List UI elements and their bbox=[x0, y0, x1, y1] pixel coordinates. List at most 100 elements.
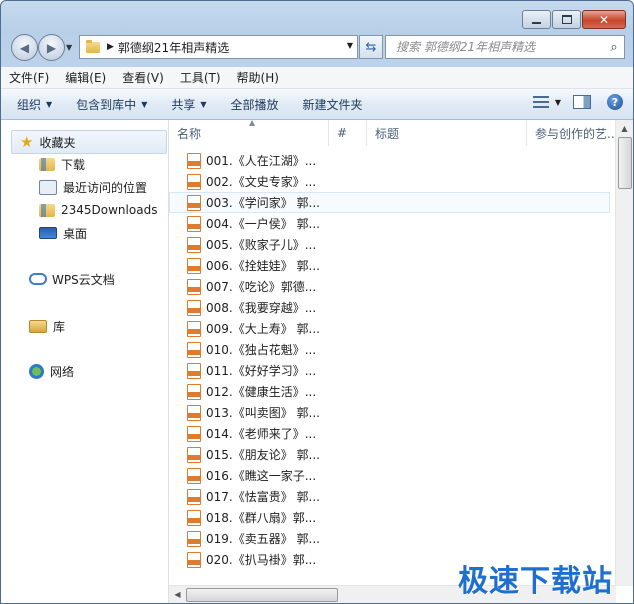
column-name-label: 名称 bbox=[177, 126, 202, 141]
wps-audio-file-icon bbox=[187, 551, 201, 568]
include-library-button[interactable]: 包含到库中 ▼ bbox=[68, 96, 155, 113]
wps-audio-file-icon bbox=[187, 530, 201, 547]
file-row[interactable]: 008.《我要穿越》... bbox=[169, 297, 610, 318]
horizontal-scroll-thumb[interactable] bbox=[186, 588, 338, 602]
file-row[interactable]: 012.《健康生活》... bbox=[169, 381, 610, 402]
file-name: 009.《大上寿》 郭... bbox=[206, 322, 320, 336]
address-bar[interactable]: ▶ 郭德纲21年相声精选 ▼ bbox=[79, 35, 358, 59]
file-name: 012.《健康生活》... bbox=[206, 385, 317, 399]
wps-audio-file-icon bbox=[187, 362, 201, 379]
close-button[interactable]: ✕ bbox=[582, 10, 626, 29]
column-header-number[interactable]: # bbox=[329, 120, 367, 146]
library-icon bbox=[29, 319, 47, 333]
file-name: 006.《拴娃娃》 郭... bbox=[206, 259, 320, 273]
menu-help[interactable]: 帮助(H) bbox=[229, 69, 287, 86]
organize-button[interactable]: 组织 ▼ bbox=[9, 96, 60, 113]
nav-recent-label: 最近访问的位置 bbox=[63, 180, 148, 195]
column-title-label: 标题 bbox=[375, 126, 400, 141]
recent-pages-dropdown[interactable]: ▼ bbox=[66, 43, 72, 52]
scroll-up-icon[interactable]: ▲ bbox=[616, 120, 633, 137]
file-row[interactable]: 004.《一户侯》 郭... bbox=[169, 213, 610, 234]
nav-wps-cloud[interactable]: WPS云文档 bbox=[29, 268, 115, 290]
column-header-artists[interactable]: 参与创作的艺... bbox=[527, 120, 627, 146]
breadcrumb-chevron-icon[interactable]: ▶ bbox=[107, 42, 114, 52]
breadcrumb-current[interactable]: 郭德纲21年相声精选 bbox=[118, 39, 229, 56]
chevron-down-icon: ▼ bbox=[46, 99, 53, 109]
wps-audio-file-icon bbox=[187, 509, 201, 526]
view-dropdown-icon[interactable]: ▼ bbox=[555, 98, 561, 107]
star-icon: ★ bbox=[20, 133, 34, 151]
file-row[interactable]: 017.《怯富贵》 郭... bbox=[169, 486, 610, 507]
nav-desktop[interactable]: 桌面 bbox=[39, 222, 87, 244]
file-row[interactable]: 007.《吃论》郭德... bbox=[169, 276, 610, 297]
menu-tools[interactable]: 工具(T) bbox=[172, 69, 229, 86]
vertical-scrollbar[interactable]: ▲ bbox=[615, 120, 633, 586]
menu-view[interactable]: 查看(V) bbox=[114, 69, 172, 86]
new-folder-button[interactable]: 新建文件夹 bbox=[295, 96, 371, 113]
file-name: 003.《学问家》 郭... bbox=[206, 196, 320, 210]
menu-edit[interactable]: 编辑(E) bbox=[57, 69, 114, 86]
search-input[interactable] bbox=[394, 39, 604, 55]
nav-downloads[interactable]: 下载 bbox=[39, 153, 85, 175]
wps-audio-file-icon bbox=[187, 194, 201, 211]
column-header-title[interactable]: 标题 bbox=[367, 120, 527, 146]
minimize-button[interactable] bbox=[522, 10, 551, 29]
file-row[interactable]: 010.《独占花魁》... bbox=[169, 339, 610, 360]
file-row[interactable]: 019.《卖五器》 郭... bbox=[169, 528, 610, 549]
file-row[interactable]: 001.《人在江湖》... bbox=[169, 150, 610, 171]
forward-button[interactable]: ▶ bbox=[38, 34, 65, 61]
back-button[interactable]: ◀ bbox=[11, 34, 38, 61]
wps-audio-file-icon bbox=[187, 446, 201, 463]
maximize-button[interactable] bbox=[552, 10, 581, 29]
nav-network[interactable]: 网络 bbox=[29, 360, 74, 382]
refresh-button[interactable]: ⇆ bbox=[359, 35, 383, 59]
downloads-folder-icon bbox=[39, 157, 55, 171]
wps-audio-file-icon bbox=[187, 425, 201, 442]
wps-audio-file-icon bbox=[187, 467, 201, 484]
preview-pane-icon[interactable] bbox=[573, 95, 591, 109]
wps-audio-file-icon bbox=[187, 488, 201, 505]
file-row[interactable]: 002.《文史专家》... bbox=[169, 171, 610, 192]
search-box[interactable]: ⌕ bbox=[385, 35, 625, 59]
share-button[interactable]: 共享 ▼ bbox=[163, 96, 214, 113]
file-row[interactable]: 015.《朋友论》 郭... bbox=[169, 444, 610, 465]
nav-downloads-label: 下载 bbox=[61, 157, 86, 172]
file-name: 007.《吃论》郭德... bbox=[206, 280, 317, 294]
desktop-icon bbox=[39, 227, 57, 239]
wps-audio-file-icon bbox=[187, 173, 201, 190]
menu-bar: 文件(F) 编辑(E) 查看(V) 工具(T) 帮助(H) bbox=[1, 67, 633, 89]
file-row[interactable]: 009.《大上寿》 郭... bbox=[169, 318, 610, 339]
scroll-left-icon[interactable]: ◀ bbox=[169, 586, 186, 603]
wps-audio-file-icon bbox=[187, 257, 201, 274]
file-row[interactable]: 005.《败家子儿》... bbox=[169, 234, 610, 255]
file-row[interactable]: 006.《拴娃娃》 郭... bbox=[169, 255, 610, 276]
file-row[interactable]: 013.《叫卖图》 郭... bbox=[169, 402, 610, 423]
file-row[interactable]: 018.《群八扇》郭... bbox=[169, 507, 610, 528]
close-icon: ✕ bbox=[598, 12, 610, 27]
nav-libraries[interactable]: 库 bbox=[29, 315, 65, 337]
navigation-pane: ★ 收藏夹 下载 最近访问的位置 2345Downloads 桌面 WPS云文档… bbox=[1, 120, 169, 603]
wps-audio-file-icon bbox=[187, 278, 201, 295]
file-row[interactable]: 016.《瞧这一家子... bbox=[169, 465, 610, 486]
file-row[interactable]: 011.《好好学习》... bbox=[169, 360, 610, 381]
file-row-selected[interactable]: 003.《学问家》 郭... bbox=[169, 192, 610, 213]
search-icon[interactable]: ⌕ bbox=[604, 40, 624, 55]
play-all-button[interactable]: 全部播放 bbox=[223, 96, 287, 113]
wps-audio-file-icon bbox=[187, 341, 201, 358]
nav-recent[interactable]: 最近访问的位置 bbox=[39, 176, 147, 198]
vertical-scroll-thumb[interactable] bbox=[618, 137, 632, 189]
file-list: 001.《人在江湖》... 002.《文史专家》... 003.《学问家》 郭.… bbox=[169, 150, 610, 570]
column-header-name[interactable]: ▲ 名称 bbox=[169, 120, 329, 146]
file-row[interactable]: 014.《老师来了》... bbox=[169, 423, 610, 444]
wps-audio-file-icon bbox=[187, 404, 201, 421]
file-name: 004.《一户侯》 郭... bbox=[206, 217, 320, 231]
change-view-icon[interactable] bbox=[532, 96, 549, 108]
cloud-icon bbox=[29, 273, 47, 285]
nav-2345downloads[interactable]: 2345Downloads bbox=[39, 199, 157, 221]
address-dropdown-icon[interactable]: ▼ bbox=[347, 41, 353, 50]
help-icon[interactable]: ? bbox=[607, 94, 623, 110]
nav-favorites[interactable]: ★ 收藏夹 bbox=[11, 130, 167, 154]
wps-audio-file-icon bbox=[187, 215, 201, 232]
menu-file[interactable]: 文件(F) bbox=[1, 69, 57, 86]
chevron-down-icon: ▼ bbox=[141, 99, 148, 109]
